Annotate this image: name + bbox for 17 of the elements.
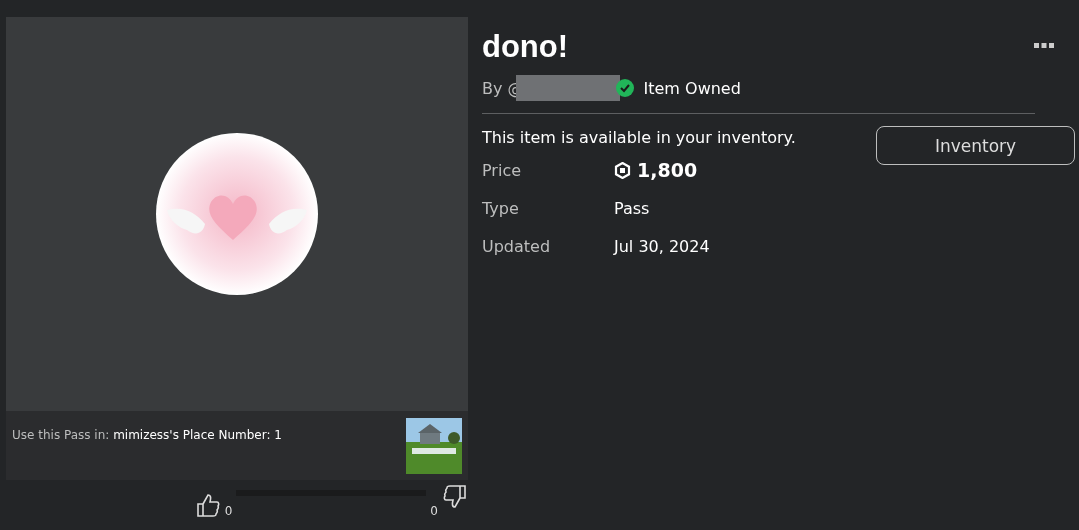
more-icon[interactable] bbox=[1033, 41, 1055, 49]
availability-text: This item is available in your inventory. bbox=[482, 128, 796, 147]
item-title: dono! bbox=[482, 29, 569, 65]
robux-icon bbox=[614, 162, 631, 179]
upvote-count: 0 bbox=[224, 504, 233, 518]
price-value: 1,800 bbox=[637, 159, 698, 181]
inventory-button[interactable]: Inventory bbox=[876, 126, 1075, 165]
detail-value: Jul 30, 2024 bbox=[614, 237, 710, 258]
thumbs-up-icon[interactable] bbox=[194, 492, 221, 518]
detail-label: Type bbox=[482, 199, 520, 220]
detail-label: Price bbox=[482, 161, 523, 182]
downvote-count: 0 bbox=[430, 504, 438, 518]
detail-value: Pass bbox=[614, 199, 650, 220]
owned-label: Item Owned bbox=[643, 78, 741, 98]
thumbs-down-icon[interactable] bbox=[442, 484, 468, 510]
detail-label: Updated bbox=[482, 237, 552, 258]
check-icon bbox=[615, 79, 634, 97]
